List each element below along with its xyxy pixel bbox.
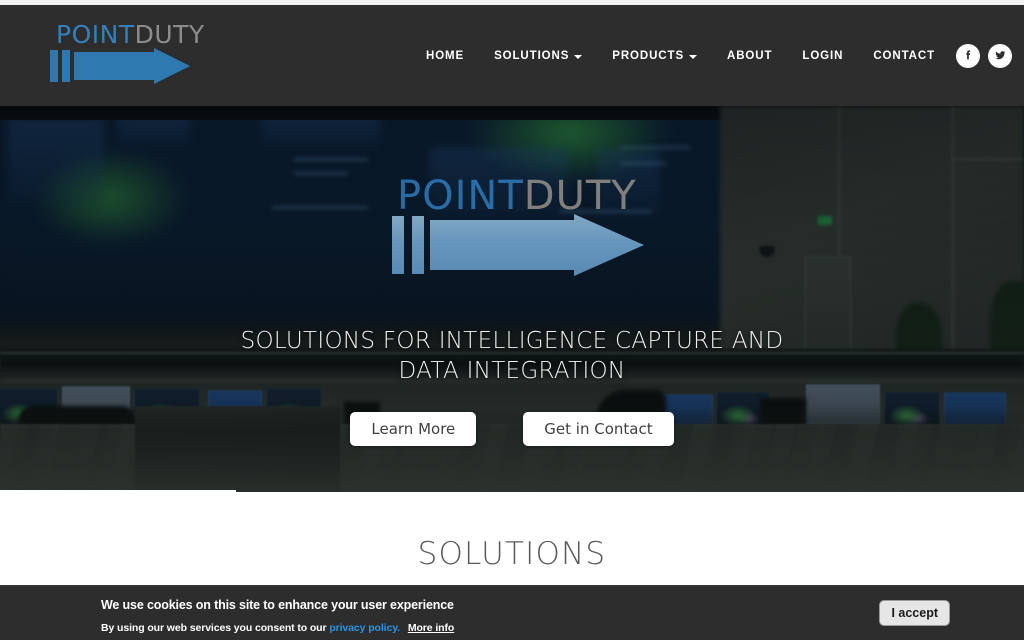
cookie-consent-banner: We use cookies on this site to enhance y… — [0, 585, 1024, 640]
nav-label-solutions: SOLUTIONS — [494, 49, 570, 62]
nav-item-solutions[interactable]: SOLUTIONS — [479, 42, 597, 70]
learn-more-button[interactable]: Learn More — [350, 412, 477, 446]
social-links — [956, 5, 1012, 106]
solutions-heading: SOLUTIONS — [417, 536, 607, 572]
nav-item-products[interactable]: PRODUCTS — [597, 42, 712, 70]
cookie-body-text: By using our web services you consent to… — [101, 622, 327, 634]
get-in-contact-button[interactable]: Get in Contact — [523, 412, 674, 446]
nav-item-about[interactable]: ABOUT — [712, 42, 787, 70]
nav-label-contact: CONTACT — [873, 49, 935, 62]
facebook-button[interactable] — [956, 43, 980, 68]
hero-tagline-line2: DATA INTEGRATION — [398, 358, 626, 385]
cookie-headline: We use cookies on this site to enhance y… — [101, 598, 454, 612]
hero-tagline: SOLUTIONS FOR INTELLIGENCE CAPTURE AND D… — [0, 326, 1024, 387]
nav-label-login: LOGIN — [802, 49, 844, 62]
nav-label-home: HOME — [425, 49, 465, 62]
logo-word-duty: DUTY — [134, 20, 205, 49]
privacy-policy-link[interactable]: privacy policy. — [329, 622, 400, 634]
facebook-icon — [965, 50, 970, 60]
nav-label-products: PRODUCTS — [612, 49, 685, 62]
site-header: POINTDUTY HOME SOLUTIONS PRODUCTS ABOUT … — [0, 5, 1024, 106]
arrow-right-logo-icon — [50, 48, 190, 84]
hero-logo: POINTDUTY — [392, 176, 648, 276]
chevron-down-icon — [689, 54, 698, 59]
nav-item-contact[interactable]: CONTACT — [858, 42, 950, 70]
main-navigation: HOME SOLUTIONS PRODUCTS ABOUT LOGIN CONT… — [411, 5, 950, 106]
nav-label-about: ABOUT — [727, 49, 773, 62]
logo-wordmark: POINTDUTY — [56, 22, 205, 47]
hero-tagline-line1: SOLUTIONS FOR INTELLIGENCE CAPTURE AND — [240, 328, 784, 354]
cookie-body: By using our web services you consent to… — [101, 622, 454, 634]
logo-word-point: POINT — [56, 20, 135, 49]
hero-banner: POINTDUTY SOLUTIONS FOR INTELLIGENCE CAP… — [0, 106, 1024, 492]
nav-item-home[interactable]: HOME — [411, 42, 479, 70]
hero-logo-word-duty: DUTY — [523, 173, 637, 219]
hero-arrow-right-icon — [392, 214, 644, 276]
more-info-link[interactable]: More info — [408, 622, 454, 634]
nav-item-login[interactable]: LOGIN — [787, 42, 858, 70]
hero-cta-group: Learn More Get in Contact — [0, 412, 1024, 446]
site-logo[interactable]: POINTDUTY — [50, 22, 204, 84]
chevron-down-icon — [574, 54, 583, 59]
cookie-accept-button[interactable]: I accept — [879, 600, 950, 626]
solutions-section: SOLUTIONS — [0, 492, 1024, 585]
twitter-button[interactable] — [988, 43, 1012, 68]
hero-logo-word-point: POINT — [397, 173, 524, 219]
twitter-icon — [994, 51, 1005, 60]
hero-logo-wordmark: POINTDUTY — [397, 176, 637, 216]
